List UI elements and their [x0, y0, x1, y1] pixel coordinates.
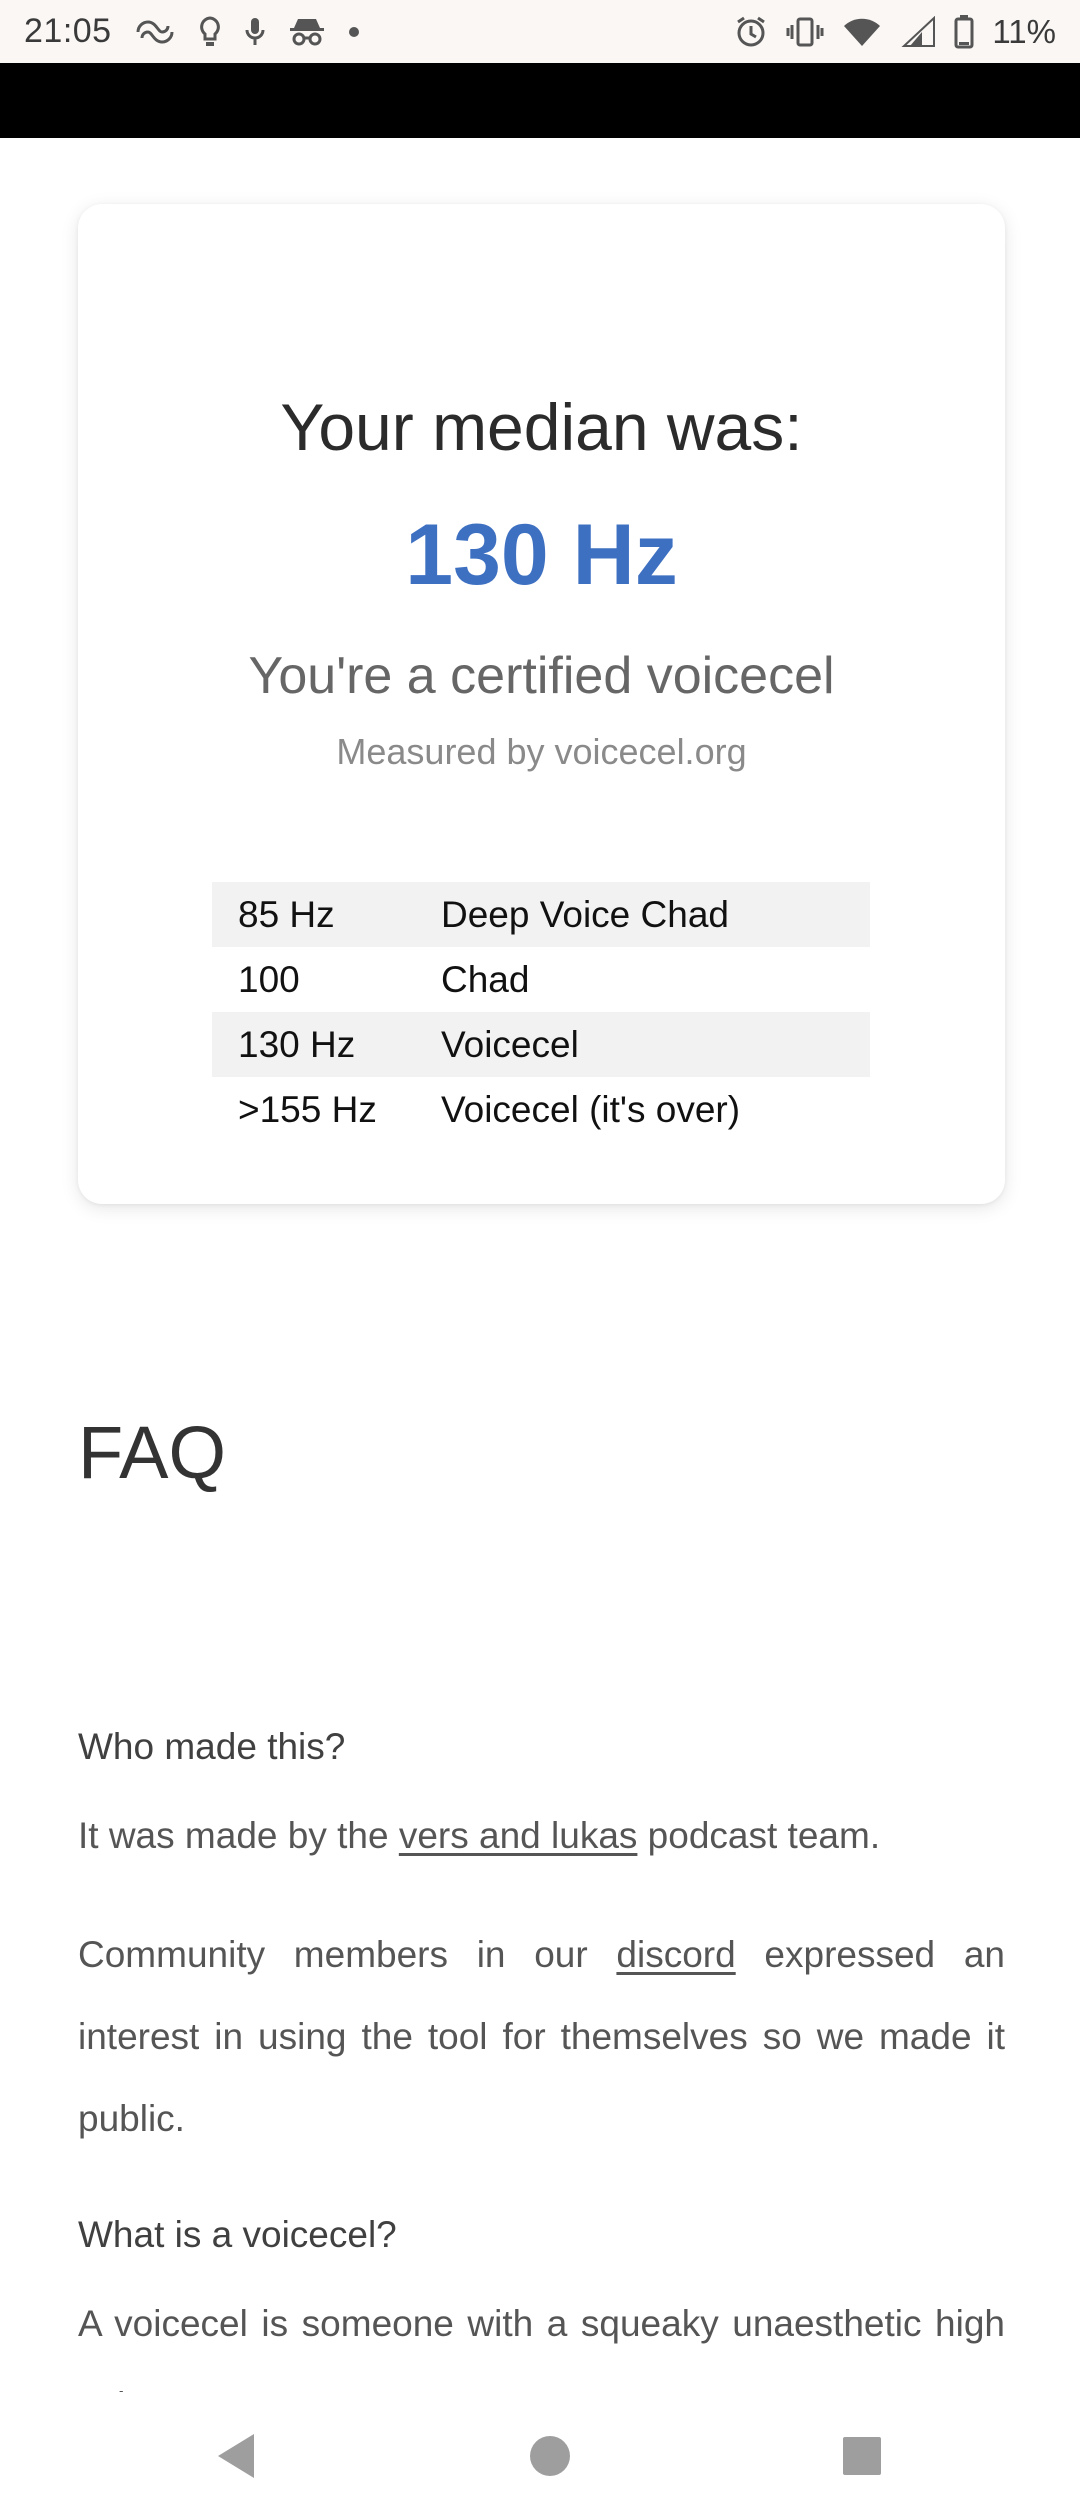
result-card: Your median was: 130 Hz You're a certifi…	[78, 204, 1005, 1204]
faq-answer: Community members in our discord express…	[78, 1914, 1005, 2160]
answer-text: podcast team.	[637, 1815, 881, 1856]
battery-percent: 11%	[992, 12, 1056, 50]
table-cell-frequency: 100	[238, 958, 300, 1000]
status-bar: 21:05 11%	[0, 0, 1080, 63]
voice-scale-table: 85 Hz Deep Voice Chad 100 Chad 130 Hz Vo…	[212, 882, 870, 1142]
table-row: 85 Hz Deep Voice Chad	[212, 882, 870, 947]
result-verdict: You're a certified voicecel	[248, 647, 835, 705]
answer-text: It was made by the	[78, 1815, 399, 1856]
faq-item-who-made-this: Who made this? It was made by the vers a…	[78, 1728, 1005, 2160]
status-right: 11%	[734, 13, 1056, 51]
table-row: 130 Hz Voicecel	[212, 1012, 870, 1077]
table-cell-label: Voicecel (it's over)	[441, 1088, 741, 1130]
status-left: 21:05	[24, 12, 360, 51]
page-content[interactable]: Your median was: 130 Hz You're a certifi…	[0, 138, 1080, 2392]
infinity-icon	[134, 18, 176, 46]
table-cell-label: Deep Voice Chad	[441, 882, 870, 947]
incognito-icon	[288, 16, 326, 48]
navigation-bar	[0, 2392, 1080, 2520]
browser-top-bar	[0, 63, 1080, 138]
signal-icon	[900, 15, 936, 48]
vibrate-icon	[786, 16, 824, 48]
table-cell-frequency: 85 Hz	[212, 882, 441, 947]
table-row: >155 Hz Voicecel (it's over)	[212, 1077, 870, 1142]
faq-item-what-is-voicecel: What is a voicecel? A voicecel is someon…	[78, 2216, 1005, 2392]
back-icon[interactable]	[200, 2420, 272, 2492]
result-heading: Your median was:	[280, 390, 803, 464]
answer-text: Community members in our	[78, 1934, 617, 1975]
faq-question: Who made this?	[78, 1726, 346, 1767]
table-cell-frequency: 130 Hz	[212, 1012, 441, 1077]
median-value: 130 Hz	[405, 507, 678, 603]
status-time: 21:05	[24, 12, 112, 50]
recents-icon[interactable]	[826, 2420, 898, 2492]
table-cell-frequency: >155 Hz	[238, 1088, 377, 1130]
lightbulb-icon	[198, 15, 222, 49]
discord-link[interactable]: discord	[616, 1934, 735, 1975]
battery-icon	[954, 14, 974, 49]
table-cell-label: Chad	[441, 958, 530, 1000]
faq-question: What is a voicecel?	[78, 2214, 397, 2255]
faq-title: FAQ	[78, 1411, 227, 1494]
faq-answer: It was made by the vers and lukas podcas…	[78, 1795, 1005, 1877]
microphone-icon	[244, 16, 266, 48]
vers-and-lukas-link[interactable]: vers and lukas	[399, 1815, 638, 1856]
dot-icon	[348, 26, 360, 38]
alarm-icon	[734, 15, 768, 49]
home-icon[interactable]	[514, 2420, 586, 2492]
result-credit: Measured by voicecel.org	[336, 731, 747, 772]
faq-answer: A voicecel is someone with a squeaky una…	[78, 2303, 1005, 2392]
table-cell-label: Voicecel	[441, 1012, 870, 1077]
table-row: 100 Chad	[212, 947, 870, 1012]
wifi-icon	[842, 16, 882, 48]
